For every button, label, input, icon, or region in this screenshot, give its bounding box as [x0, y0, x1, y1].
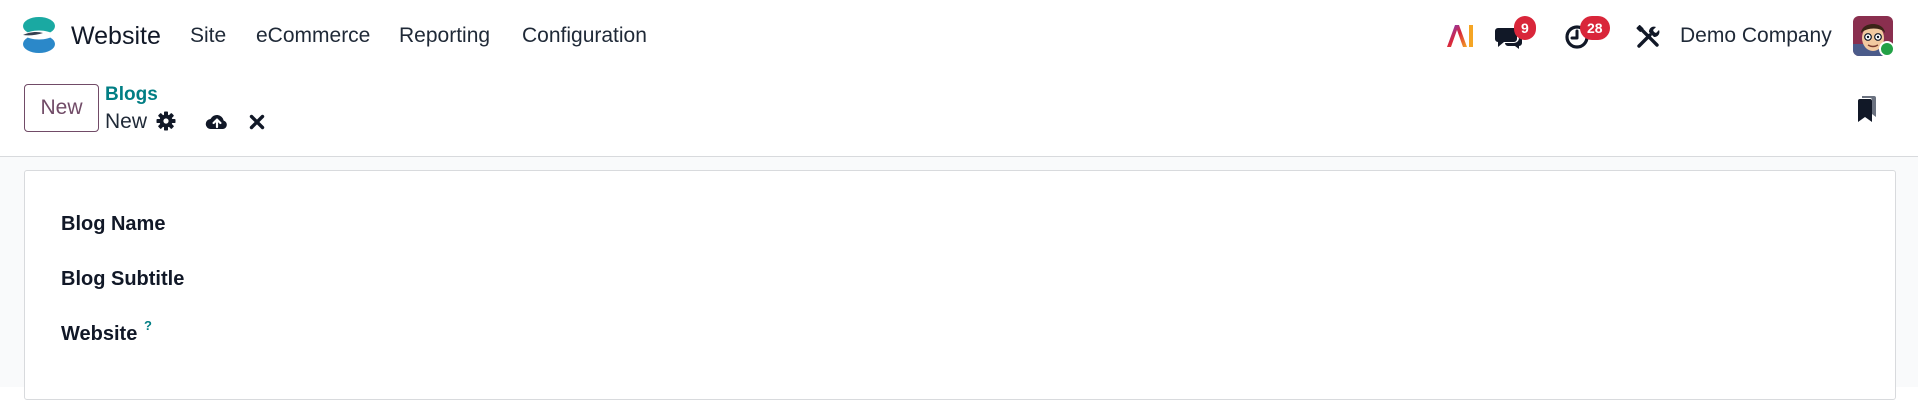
activities-badge: 28 [1580, 16, 1610, 40]
app-name[interactable]: Website [71, 20, 161, 52]
close-icon[interactable] [249, 114, 265, 130]
form-sheet [24, 170, 1896, 400]
menu-item-reporting[interactable]: Reporting [399, 22, 490, 50]
tools-icon[interactable] [1636, 25, 1660, 49]
bookmarks-icon[interactable] [1856, 95, 1878, 123]
top-navbar: Website Site eCommerce Reporting Configu… [0, 0, 1918, 72]
company-switcher[interactable]: Demo Company [1680, 22, 1832, 50]
messages-badge: 9 [1514, 16, 1536, 40]
help-tooltip-icon[interactable]: ? [144, 318, 152, 334]
new-button[interactable]: New [24, 84, 99, 132]
breadcrumb-current-record: New [105, 110, 148, 133]
online-status-indicator [1879, 41, 1895, 57]
field-label-website: Website [61, 323, 138, 345]
gear-icon[interactable] [156, 111, 176, 131]
menu-item-site[interactable]: Site [190, 22, 226, 50]
menu-item-ecommerce[interactable]: eCommerce [256, 22, 370, 50]
menu-item-configuration[interactable]: Configuration [522, 22, 647, 50]
odoo-website-logo-icon[interactable] [19, 15, 59, 55]
ai-icon[interactable] [1446, 24, 1476, 48]
cloud-upload-icon[interactable] [205, 111, 229, 131]
field-label-blog-subtitle: Blog Subtitle [61, 268, 185, 290]
breadcrumb-blogs[interactable]: Blogs [105, 82, 158, 108]
field-label-blog-name: Blog Name [61, 213, 166, 235]
